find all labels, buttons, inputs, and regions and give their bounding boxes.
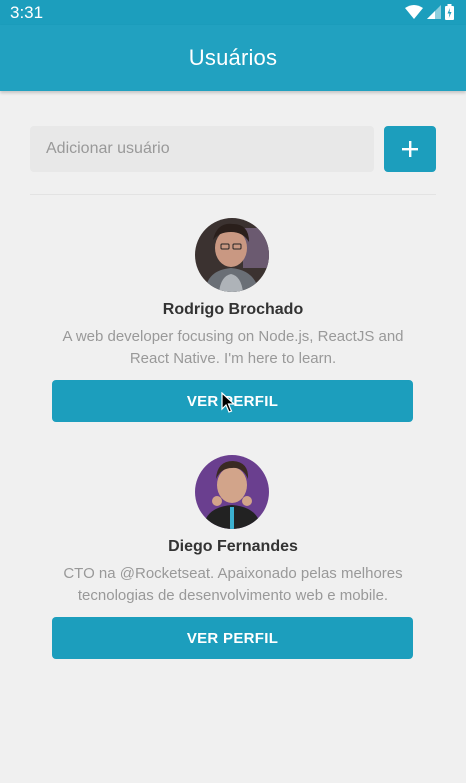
- add-user-input[interactable]: [30, 126, 374, 172]
- add-user-button[interactable]: [384, 126, 436, 172]
- app-bar: Usuários: [0, 25, 466, 91]
- plus-icon: [402, 141, 418, 157]
- user-bio: A web developer focusing on Node.js, Rea…: [62, 328, 404, 367]
- page-title: Usuários: [188, 45, 278, 70]
- add-user-form: [30, 126, 436, 172]
- user-bio: CTO na @Rocketseat. Apaixonado pelas mel…: [63, 565, 403, 604]
- user-name: Rodrigo Brochado: [162, 301, 304, 318]
- avatar: [195, 218, 269, 292]
- signal-icon: [427, 5, 441, 19]
- wifi-icon: [405, 5, 423, 19]
- status-icons: [405, 3, 454, 21]
- status-bar: 3:31: [0, 0, 466, 25]
- divider: [30, 194, 436, 195]
- avatar: [195, 455, 269, 529]
- battery-icon: [445, 4, 454, 20]
- mouse-cursor-icon: [221, 392, 235, 413]
- status-time: 3:31: [10, 3, 44, 22]
- user-name: Diego Fernandes: [168, 538, 298, 555]
- view-profile-button[interactable]: VER PERFIL: [52, 617, 413, 659]
